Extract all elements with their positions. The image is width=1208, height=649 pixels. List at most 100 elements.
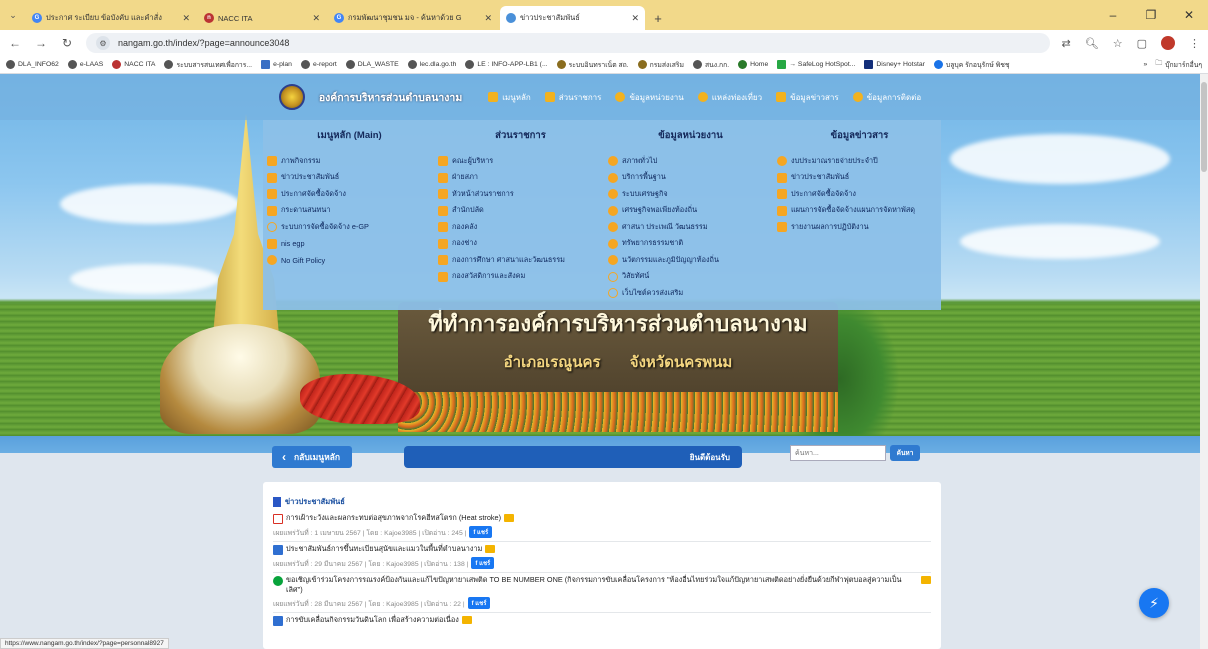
menu-item[interactable]: คณะผู้บริหาร — [438, 153, 603, 170]
bookmark-item[interactable]: Disney+ Hotstar — [864, 60, 925, 69]
menu-item[interactable]: No Gift Policy — [267, 252, 432, 269]
close-window-button[interactable]: ✕ — [1170, 0, 1208, 30]
browser-tab-3[interactable]: G กรมพัฒนาชุมชน มจ - ค้นหาด้วย G ✕ — [328, 6, 498, 30]
news-title-link[interactable]: ประชาสัมพันธ์การขึ้นทะเบียนสุนัขและแมวใน… — [273, 544, 931, 555]
bookmark-item[interactable]: → SafeLog HotSpot... — [777, 60, 855, 69]
menu-item[interactable]: กองคลัง — [438, 219, 603, 236]
search-input[interactable] — [790, 445, 886, 461]
translate-icon[interactable]: ⇄ — [1062, 37, 1071, 50]
messenger-chat-button[interactable]: ⚡ — [1139, 588, 1169, 618]
bookmark-item[interactable]: DLA_WASTE — [345, 60, 399, 69]
minimize-button[interactable]: – — [1094, 0, 1132, 30]
site-info-icon[interactable]: ⚙ — [96, 36, 110, 50]
news-list-panel: ข่าวประชาสัมพันธ์ การเฝ้าระวังและผลกระทบ… — [263, 482, 941, 649]
facebook-share-button[interactable]: f แชร์ — [469, 526, 493, 538]
bookmark-star-icon[interactable]: ☆ — [1113, 37, 1123, 50]
profile-avatar[interactable] — [1161, 36, 1175, 50]
news-title-link[interactable]: ขอเชิญเข้าร่วมโครงการรณรงค์ป้องกันและแก้… — [273, 575, 931, 595]
close-icon[interactable]: ✕ — [182, 13, 190, 24]
menu-item[interactable]: รายงานผลการปฏิบัติงาน — [777, 219, 942, 236]
menu-item[interactable]: ทรัพยากรธรรมชาติ — [608, 236, 773, 253]
close-icon[interactable]: ✕ — [484, 13, 492, 24]
menu-item[interactable]: กองการศึกษา ศาสนาและวัฒนธรรม — [438, 252, 603, 269]
bookmark-item[interactable]: LE : INFO-APP-LB1 (... — [465, 60, 548, 69]
menu-item[interactable]: ข่าวประชาสัมพันธ์ — [267, 170, 432, 187]
back-to-main-button[interactable]: ‹ กลับเมนูหลัก — [272, 446, 352, 468]
chevron-double-right-icon[interactable]: » — [1144, 61, 1148, 68]
bookmark-item[interactable]: บลูบุค รักอนุรักษ์ พิชชุ — [933, 59, 1010, 70]
nav-item-contact[interactable]: ข้อมูลการติดต่อ — [852, 91, 921, 104]
menu-item-label: ระบบเศรษฐกิจ — [622, 188, 668, 198]
bookmark-item[interactable]: ระบบอินทราเน็ต สถ. — [556, 59, 629, 70]
bookmark-item[interactable]: สนง.กก. — [692, 59, 729, 70]
menu-item[interactable]: ประกาศจัดซื้อจัดจ้าง — [267, 186, 432, 203]
close-icon[interactable]: ✕ — [312, 13, 320, 24]
menu-dots-icon[interactable]: ⋮ — [1189, 37, 1200, 50]
facebook-share-button[interactable]: f แชร์ — [467, 597, 491, 609]
toolbar-actions: ⇄ 🔍︎ ☆ ▢ ⋮ — [1062, 36, 1200, 50]
back-arrow-icon[interactable]: ← — [8, 36, 22, 50]
zoom-icon[interactable]: 🔍︎ — [1085, 37, 1099, 50]
bookmark-item[interactable]: lec.dla.go.th — [407, 60, 456, 69]
nav-item-main-menu[interactable]: เมนูหลัก — [488, 91, 531, 104]
menu-item[interactable]: งบประมาณรายจ่ายประจำปี — [777, 153, 942, 170]
url-field[interactable]: ⚙ nangam.go.th/index/?page=announce3048 — [86, 33, 1050, 53]
menu-item[interactable]: หัวหน้าส่วนราชการ — [438, 186, 603, 203]
menu-item[interactable]: ระบบการจัดซื้อจัดจ้าง e-GP — [267, 219, 432, 236]
browser-tab-2[interactable]: n NACC ITA ✕ — [198, 6, 326, 30]
nav-item-agency-info[interactable]: ข้อมูลหน่วยงาน — [615, 91, 684, 104]
news-section-heading[interactable]: ข่าวประชาสัมพันธ์ — [273, 496, 931, 508]
scrollbar-thumb[interactable] — [1201, 82, 1207, 172]
tab-search-icon[interactable]: ⌄ — [0, 0, 26, 30]
menu-item[interactable]: ภาพกิจกรรม — [267, 153, 432, 170]
menu-item[interactable]: ประกาศจัดซื้อจัดจ้าง — [777, 186, 942, 203]
menu-item[interactable]: บริการพื้นฐาน — [608, 170, 773, 187]
reload-icon[interactable]: ↻ — [60, 36, 74, 50]
bookmark-item[interactable]: กรมส่งเสริม — [637, 59, 684, 70]
news-title-link[interactable]: การขับเคลื่อนกิจกรรมวันดินโลก เพื่อสร้าง… — [273, 615, 931, 626]
bookmark-label: LE : INFO-APP-LB1 (... — [477, 61, 548, 68]
bookmark-item[interactable]: Home — [738, 60, 768, 69]
news-title-link[interactable]: การเฝ้าระวังและผลกระทบต่อสุขภาพจากโรคฮีท… — [273, 513, 931, 524]
menu-item[interactable]: nis egp — [267, 236, 432, 253]
nav-item-news[interactable]: ข้อมูลข่าวสาร — [776, 91, 839, 104]
bookmark-item[interactable]: e-plan — [261, 60, 292, 69]
people-icon — [438, 238, 448, 249]
menu-item[interactable]: ศาสนา ประเพณี วัฒนธรรม — [608, 219, 773, 236]
nav-item-departments[interactable]: ส่วนราชการ — [544, 91, 601, 104]
menu-item[interactable]: นวัตกรรมและภูมิปัญญาท้องถิ่น — [608, 252, 773, 269]
url-text: nangam.go.th/index/?page=announce3048 — [118, 38, 290, 48]
menu-item[interactable]: ระบบเศรษฐกิจ — [608, 186, 773, 203]
close-icon[interactable]: ✕ — [631, 13, 639, 24]
menu-item[interactable]: วิสัยทัศน์ — [608, 269, 773, 286]
org-name[interactable]: องค์การบริหารส่วนตำบลนางาม — [319, 89, 462, 106]
bookmark-item[interactable]: e-LAAS — [67, 60, 103, 69]
browser-tab-1[interactable]: G ประกาศ ระเบียบ ข้อบังคับ และคำสั่ง ✕ — [26, 6, 196, 30]
facebook-share-button[interactable]: f แชร์ — [471, 557, 495, 569]
bookmark-item[interactable]: ระบบสารสนเทศเพื่อการ... — [164, 59, 252, 70]
column-heading: ส่วนราชการ — [495, 130, 546, 141]
menu-item[interactable]: แผนการจัดซื้อจัดจ้างแผนการจัดหาพัสดุ — [777, 203, 942, 220]
menu-item[interactable]: กองสวัสดิการและสังคม — [438, 269, 603, 286]
bookmark-item[interactable]: NACC ITA — [112, 60, 155, 69]
nav-item-tourism[interactable]: แหล่งท่องเที่ยว — [697, 91, 762, 104]
menu-item[interactable]: เศรษฐกิจพอเพียงท้องถิ่น — [608, 203, 773, 220]
restore-button[interactable]: ❐ — [1132, 0, 1170, 30]
browser-tab-active[interactable]: ข่าวประชาสัมพันธ์ ✕ — [500, 6, 645, 30]
org-logo[interactable] — [278, 84, 305, 110]
bookmark-item[interactable]: e-report — [300, 60, 337, 69]
menu-item[interactable]: กองช่าง — [438, 236, 603, 253]
search-button[interactable]: ค้นหา — [890, 445, 920, 461]
menu-item[interactable]: ฝ่ายสภา — [438, 170, 603, 187]
page-scrollbar[interactable] — [1200, 74, 1208, 649]
menu-item[interactable]: ข่าวประชาสัมพันธ์ — [777, 170, 942, 187]
bookmarks-folder[interactable]: 🗀 บุ๊กมาร์กอื่นๆ — [1155, 59, 1202, 70]
menu-item[interactable]: สภาพทั่วไป — [608, 153, 773, 170]
menu-item[interactable]: สำนักปลัด — [438, 203, 603, 220]
sidepanel-icon[interactable]: ▢ — [1137, 37, 1147, 50]
menu-item[interactable]: เว็บไซต์ควรส่งเสริม — [608, 285, 773, 302]
new-tab-button[interactable]: + — [647, 6, 669, 30]
bookmark-item[interactable]: DLA_INFO62 — [6, 60, 59, 69]
forward-arrow-icon[interactable]: → — [34, 36, 48, 50]
menu-item[interactable]: กระดานสนทนา — [267, 203, 432, 220]
